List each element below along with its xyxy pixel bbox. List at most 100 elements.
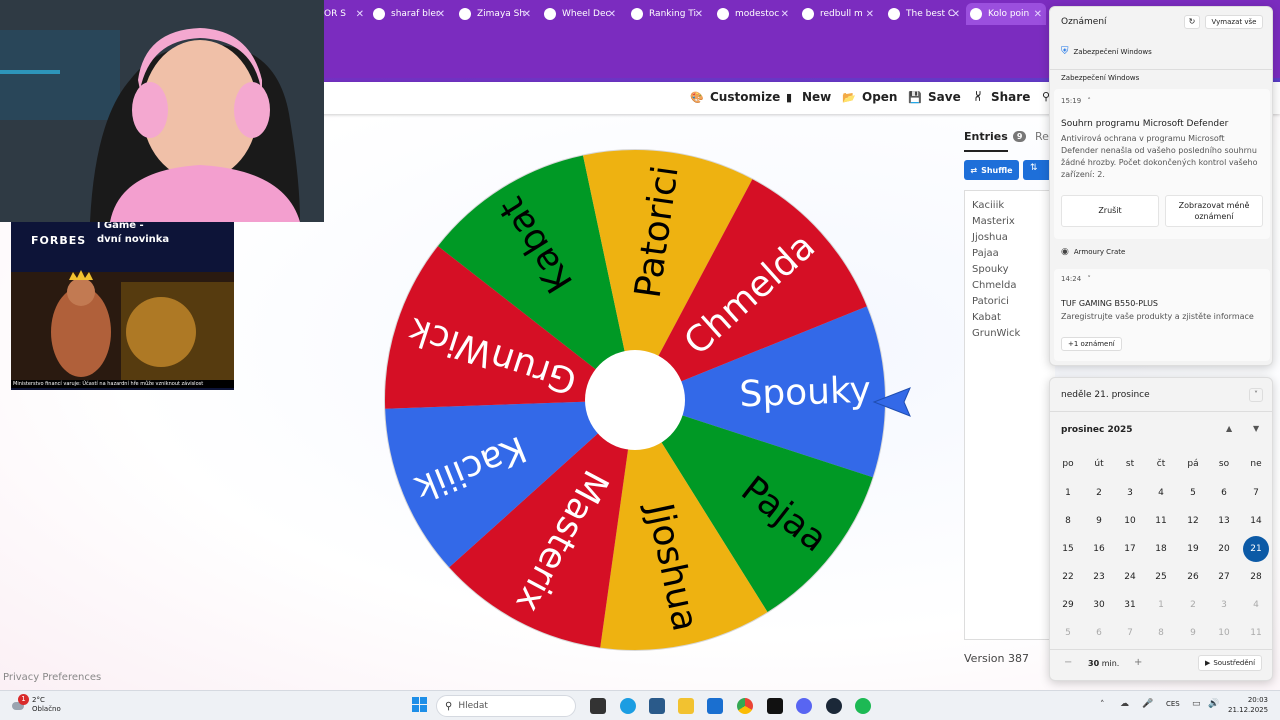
calendar-day[interactable]: 29 <box>1056 594 1080 616</box>
calendar-day[interactable]: 9 <box>1087 510 1111 532</box>
calendar-day[interactable]: 25 <box>1149 566 1173 588</box>
close-icon[interactable]: ✕ <box>523 9 531 20</box>
calendar-day[interactable]: 15 <box>1056 538 1080 560</box>
calendar-day[interactable]: 3 <box>1118 482 1142 504</box>
clear-all-button[interactable]: Vymazat vše <box>1205 15 1263 29</box>
more-notifications-button[interactable]: +1 oznámení <box>1061 337 1122 351</box>
close-icon[interactable]: ✕ <box>781 9 789 20</box>
calendar-day[interactable]: 1 <box>1149 594 1173 616</box>
calendar-day[interactable]: 7 <box>1118 622 1142 644</box>
browser-tab[interactable]: redbull m ✕ <box>798 3 878 25</box>
calendar-day[interactable]: 3 <box>1212 594 1236 616</box>
calendar-day[interactable]: 6 <box>1212 482 1236 504</box>
calendar-day[interactable]: 19 <box>1181 538 1205 560</box>
calendar-day[interactable]: 11 <box>1244 622 1268 644</box>
dismiss-button[interactable]: Zrušit <box>1061 195 1159 227</box>
entry-item[interactable]: Chmelda <box>972 278 1048 294</box>
calendar-day[interactable]: 24 <box>1118 566 1142 588</box>
close-icon[interactable]: ✕ <box>1034 9 1042 20</box>
calendar-day[interactable]: 10 <box>1118 510 1142 532</box>
calendar-day[interactable]: 26 <box>1181 566 1205 588</box>
entry-item[interactable]: Spouky <box>972 262 1048 278</box>
steam-icon[interactable] <box>826 698 842 714</box>
browser-tab[interactable]: OR S ✕ <box>320 3 368 25</box>
customize-button[interactable]: 🎨 Customize <box>690 90 780 104</box>
browser-tab[interactable]: Wheel Dec ✕ <box>540 3 620 25</box>
calendar-day[interactable]: 13 <box>1212 510 1236 532</box>
entry-item[interactable]: Pajaa <box>972 246 1048 262</box>
app-icon[interactable] <box>767 698 783 714</box>
display-icon[interactable]: ▭ <box>1192 699 1201 709</box>
increase-focus-button[interactable]: + <box>1134 657 1142 668</box>
close-icon[interactable]: ✕ <box>437 9 445 20</box>
calendar-day[interactable]: 6 <box>1087 622 1111 644</box>
save-button[interactable]: 💾 Save <box>908 90 961 104</box>
calendar-day[interactable]: 5 <box>1056 622 1080 644</box>
calendar-day[interactable]: 12 <box>1181 510 1205 532</box>
calendar-day[interactable]: 1 <box>1056 482 1080 504</box>
calendar-day[interactable]: 8 <box>1149 622 1173 644</box>
volume-icon[interactable]: 🔊 <box>1208 699 1219 709</box>
calendar-day[interactable]: 2 <box>1087 482 1111 504</box>
advertisement[interactable]: FORBES l Game - dvní novinka Ministerstv… <box>11 222 234 390</box>
entry-item[interactable]: GrunWick <box>972 326 1048 342</box>
start-windows-icon[interactable] <box>412 697 428 713</box>
focus-button[interactable]: ▶ Soustředění <box>1198 655 1262 671</box>
shuffle-button[interactable]: ⇄ Shuffle <box>964 160 1019 180</box>
outlook-icon[interactable] <box>707 698 723 714</box>
browser-tab[interactable]: Kolo poin ✕ <box>966 3 1046 25</box>
entry-item[interactable]: Jjoshua <box>972 230 1048 246</box>
spin-wheel[interactable]: SpoukyPajaaJjoshuaMasterixKaciiikGrunWic… <box>383 148 887 652</box>
taskbar-clock[interactable]: 20:03 21.12.2025 <box>1228 695 1268 715</box>
calendar-day[interactable]: 10 <box>1212 622 1236 644</box>
notification-card-armoury[interactable]: 14:24 ˅ TUF GAMING B550-PLUS Zaregistruj… <box>1054 269 1270 361</box>
calendar-day[interactable]: 7 <box>1244 482 1268 504</box>
weather-widget[interactable]: 1 2°C Oblačno <box>10 694 61 714</box>
close-icon[interactable]: ✕ <box>695 9 703 20</box>
calendar-day[interactable]: 9 <box>1181 622 1205 644</box>
tray-network-icon[interactable]: ☁ <box>1120 699 1129 709</box>
calendar-day[interactable]: 22 <box>1056 566 1080 588</box>
calendar-day[interactable]: 18 <box>1149 538 1173 560</box>
open-button[interactable]: 📂 Open <box>842 90 897 104</box>
entry-item[interactable]: Masterix <box>972 214 1048 230</box>
calendar-day-today[interactable]: 21 <box>1243 536 1269 562</box>
calendar-day[interactable]: 28 <box>1244 566 1268 588</box>
settings-icon[interactable]: ↻ <box>1184 15 1200 29</box>
taskbar-search-input[interactable]: ⚲ Hledat <box>436 695 576 717</box>
file-explorer-icon[interactable] <box>678 698 694 714</box>
calendar-day[interactable]: 11 <box>1149 510 1173 532</box>
calendar-day[interactable]: 16 <box>1087 538 1111 560</box>
decrease-focus-button[interactable]: − <box>1064 657 1072 668</box>
privacy-preferences-link[interactable]: Privacy Preferences <box>3 672 101 683</box>
language-indicator[interactable]: CES <box>1166 700 1180 708</box>
entry-item[interactable]: Kabat <box>972 310 1048 326</box>
calendar-day[interactable]: 27 <box>1212 566 1236 588</box>
browser-tab[interactable]: The best C ✕ <box>884 3 964 25</box>
calendar-day[interactable]: 4 <box>1244 594 1268 616</box>
entries-textarea[interactable]: Kaciiik Masterix Jjoshua Pajaa Spouky Chmelda… <box>964 190 1055 640</box>
microphone-icon[interactable]: 🎤 <box>1142 699 1153 709</box>
store-icon[interactable] <box>649 698 665 714</box>
edge-icon[interactable] <box>620 698 636 714</box>
calendar-day[interactable]: 5 <box>1181 482 1205 504</box>
calendar-day[interactable]: 8 <box>1056 510 1080 532</box>
tab-entries[interactable]: Entries 9 <box>964 130 1027 143</box>
browser-tab[interactable]: sharaf bler ✕ <box>369 3 449 25</box>
show-less-button[interactable]: Zobrazovat méně oznámení <box>1165 195 1263 227</box>
calendar-day[interactable]: 20 <box>1212 538 1236 560</box>
entry-item[interactable]: Kaciiik <box>972 198 1048 214</box>
tray-overflow-icon[interactable]: ˄ <box>1100 700 1105 710</box>
close-icon[interactable]: ✕ <box>608 9 616 20</box>
calendar-day[interactable]: 31 <box>1118 594 1142 616</box>
browser-tab[interactable]: modestoc ✕ <box>713 3 793 25</box>
spotify-icon[interactable] <box>855 698 871 714</box>
calendar-day[interactable]: 17 <box>1118 538 1142 560</box>
discord-icon[interactable] <box>796 698 812 714</box>
browser-tab[interactable]: Zimaya Sh ✕ <box>455 3 535 25</box>
browser-tab[interactable]: Ranking Ti ✕ <box>627 3 707 25</box>
entry-item[interactable]: Patorici <box>972 294 1048 310</box>
calendar-day[interactable]: 2 <box>1181 594 1205 616</box>
calendar-day[interactable]: 23 <box>1087 566 1111 588</box>
close-icon[interactable]: ✕ <box>866 9 874 20</box>
